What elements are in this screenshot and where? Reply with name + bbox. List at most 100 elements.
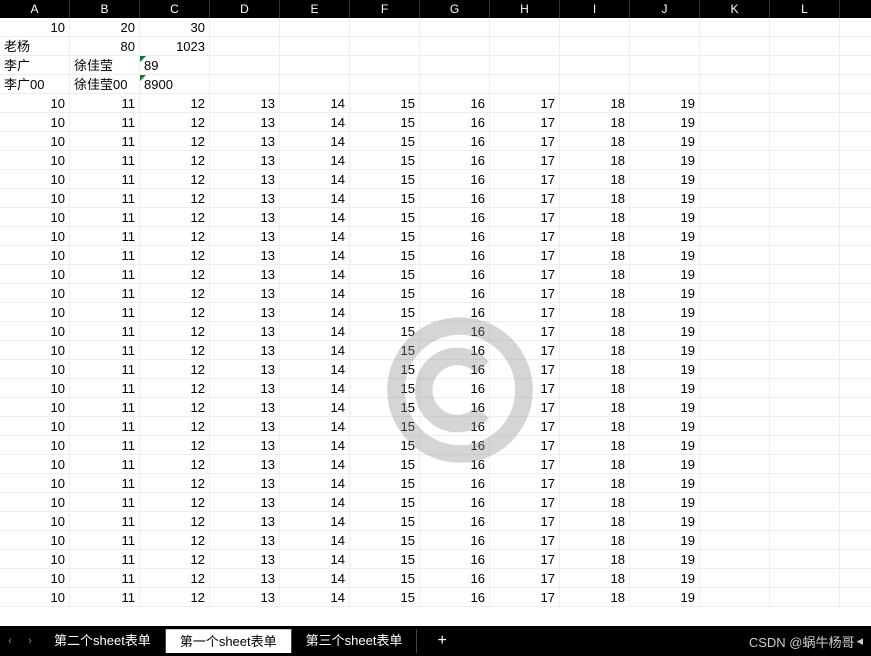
cell[interactable]: 10 [0, 531, 70, 549]
cell[interactable]: 16 [420, 379, 490, 397]
cell[interactable] [350, 75, 420, 93]
cell[interactable]: 老杨 [0, 37, 70, 55]
cell[interactable] [770, 246, 840, 264]
add-sheet-button[interactable]: + [417, 632, 466, 650]
column-header-J[interactable]: J [630, 0, 700, 18]
cell[interactable] [770, 398, 840, 416]
cell[interactable]: 15 [350, 322, 420, 340]
cell[interactable]: 10 [0, 398, 70, 416]
cell[interactable] [560, 37, 630, 55]
cell[interactable]: 18 [560, 550, 630, 568]
cell[interactable] [700, 94, 770, 112]
cell[interactable]: 16 [420, 322, 490, 340]
cell[interactable]: 13 [210, 417, 280, 435]
cell[interactable] [770, 18, 840, 36]
cell[interactable]: 18 [560, 132, 630, 150]
cell[interactable]: 16 [420, 512, 490, 530]
cell[interactable]: 16 [420, 227, 490, 245]
cell[interactable]: 16 [420, 360, 490, 378]
cell[interactable] [700, 398, 770, 416]
cell[interactable]: 16 [420, 341, 490, 359]
cell[interactable] [700, 208, 770, 226]
cell[interactable]: 14 [280, 550, 350, 568]
cell[interactable]: 11 [70, 284, 140, 302]
cell[interactable]: 11 [70, 550, 140, 568]
cell[interactable]: 12 [140, 417, 210, 435]
cell[interactable] [280, 56, 350, 74]
cell[interactable]: 13 [210, 588, 280, 606]
cell[interactable]: 13 [210, 132, 280, 150]
cell[interactable]: 18 [560, 151, 630, 169]
cell[interactable] [560, 18, 630, 36]
cell[interactable]: 11 [70, 113, 140, 131]
cell[interactable]: 15 [350, 208, 420, 226]
cell[interactable]: 19 [630, 417, 700, 435]
cell[interactable]: 14 [280, 569, 350, 587]
cell[interactable] [770, 417, 840, 435]
cell[interactable] [420, 18, 490, 36]
cell[interactable]: 11 [70, 189, 140, 207]
cell[interactable]: 17 [490, 493, 560, 511]
cell[interactable]: 19 [630, 398, 700, 416]
cell[interactable]: 13 [210, 265, 280, 283]
cell[interactable]: 13 [210, 379, 280, 397]
cell[interactable]: 11 [70, 341, 140, 359]
cell[interactable]: 16 [420, 170, 490, 188]
cell[interactable] [490, 18, 560, 36]
cell[interactable] [700, 151, 770, 169]
cell[interactable] [700, 341, 770, 359]
cell[interactable]: 20 [70, 18, 140, 36]
column-header-D[interactable]: D [210, 0, 280, 18]
cell[interactable]: 15 [350, 398, 420, 416]
cell[interactable] [770, 474, 840, 492]
cell[interactable]: 18 [560, 436, 630, 454]
cell[interactable]: 15 [350, 170, 420, 188]
cell[interactable]: 17 [490, 94, 560, 112]
cell[interactable]: 10 [0, 417, 70, 435]
column-header-G[interactable]: G [420, 0, 490, 18]
cell[interactable]: 19 [630, 303, 700, 321]
cell[interactable]: 17 [490, 398, 560, 416]
cell[interactable]: 14 [280, 360, 350, 378]
cell[interactable]: 13 [210, 531, 280, 549]
cell[interactable]: 10 [0, 379, 70, 397]
cell[interactable]: 11 [70, 170, 140, 188]
cell[interactable]: 18 [560, 569, 630, 587]
cell[interactable]: 14 [280, 189, 350, 207]
cell[interactable]: 16 [420, 208, 490, 226]
cell[interactable]: 14 [280, 512, 350, 530]
cell[interactable]: 17 [490, 550, 560, 568]
cell[interactable]: 10 [0, 303, 70, 321]
cell[interactable]: 17 [490, 341, 560, 359]
cell[interactable]: 12 [140, 398, 210, 416]
cell[interactable]: 19 [630, 113, 700, 131]
cell[interactable] [700, 512, 770, 530]
cell[interactable]: 18 [560, 360, 630, 378]
cell[interactable]: 10 [0, 18, 70, 36]
cell[interactable]: 11 [70, 132, 140, 150]
cell[interactable]: 18 [560, 227, 630, 245]
cell[interactable]: 11 [70, 151, 140, 169]
cell[interactable]: 13 [210, 341, 280, 359]
cell[interactable]: 17 [490, 569, 560, 587]
cell[interactable]: 10 [0, 246, 70, 264]
cell[interactable]: 12 [140, 132, 210, 150]
cell[interactable]: 10 [0, 360, 70, 378]
cell[interactable]: 17 [490, 436, 560, 454]
sheet-tab[interactable]: 第一个sheet表单 [166, 629, 292, 653]
cell[interactable]: 19 [630, 588, 700, 606]
cell[interactable]: 13 [210, 550, 280, 568]
cell[interactable]: 14 [280, 151, 350, 169]
cell[interactable]: 徐佳莹 [70, 56, 140, 74]
cell[interactable]: 14 [280, 246, 350, 264]
cell[interactable]: 18 [560, 398, 630, 416]
cell[interactable]: 16 [420, 474, 490, 492]
cell[interactable]: 10 [0, 436, 70, 454]
cell[interactable]: 14 [280, 284, 350, 302]
cell[interactable]: 13 [210, 94, 280, 112]
cell[interactable] [700, 18, 770, 36]
cell[interactable]: 13 [210, 474, 280, 492]
cell[interactable]: 19 [630, 246, 700, 264]
cell[interactable]: 18 [560, 303, 630, 321]
cell[interactable] [770, 56, 840, 74]
